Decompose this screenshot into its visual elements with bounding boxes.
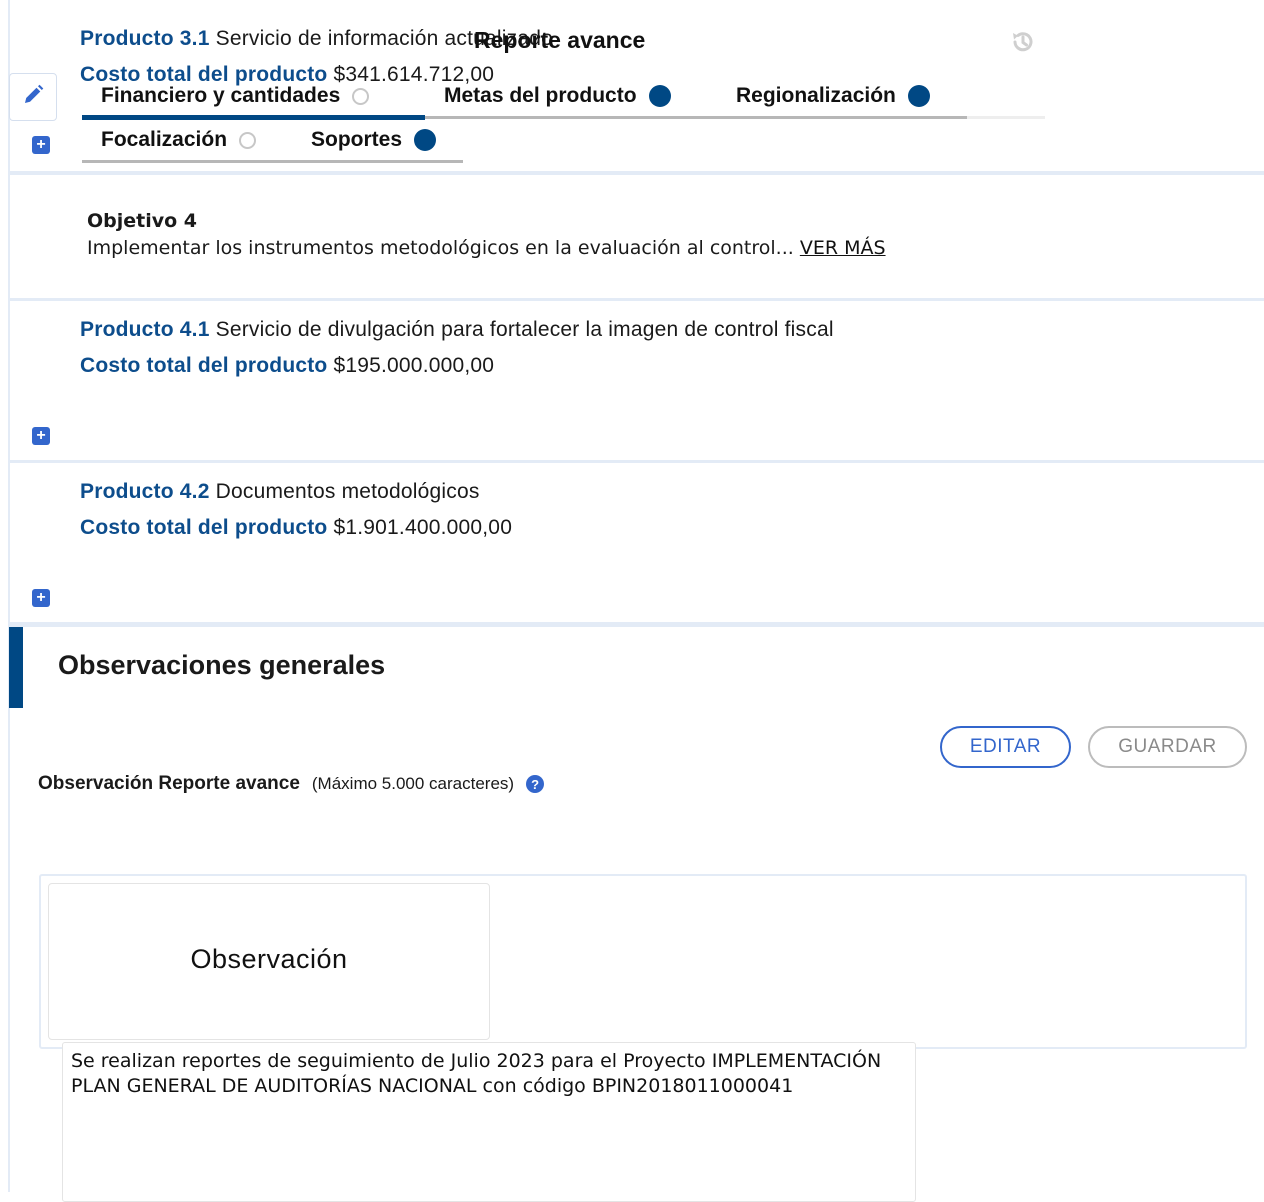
observation-card-title: Observación <box>190 944 348 974</box>
product-4-2-title: Producto 4.2 Documentos metodológicos <box>80 480 480 504</box>
cost-label: Costo total del producto <box>80 354 328 377</box>
status-empty-icon <box>352 87 370 105</box>
tab-label: Financiero y cantidades <box>101 84 341 107</box>
product-4-1-title: Producto 4.1 Servicio de divulgación par… <box>80 318 834 342</box>
tab-regionalizacion[interactable]: Regionalización <box>736 84 930 108</box>
modal-title: Reporte avance <box>474 27 646 53</box>
status-complete-icon <box>414 129 437 151</box>
product-code: Producto 3.1 <box>80 27 210 50</box>
section-accent-bar <box>9 627 23 708</box>
tab-focalizacion[interactable]: Focalización <box>101 128 257 152</box>
save-button[interactable]: GUARDAR <box>1088 726 1247 768</box>
product-4-1-cost: Costo total del producto $195.000.000,00 <box>80 354 494 378</box>
expand-product-3-1-button[interactable]: + <box>32 136 50 154</box>
product-code: Producto 4.2 <box>80 480 210 503</box>
tab-metas[interactable]: Metas del producto <box>444 84 671 108</box>
cost-label: Costo total del producto <box>80 516 328 539</box>
objective-label: Objetivo 4 <box>87 210 198 232</box>
tab-label: Focalización <box>101 128 228 151</box>
tab-financiero[interactable]: Financiero y cantidades <box>101 84 370 108</box>
status-complete-icon <box>648 85 671 107</box>
product-name: Documentos metodológicos <box>215 480 480 503</box>
tab-underline-faint <box>967 116 1045 119</box>
see-more-link[interactable]: VER MÁS <box>800 237 886 259</box>
edit-pencil-button[interactable] <box>9 73 57 121</box>
cost-value: $1.901.400.000,00 <box>333 516 513 539</box>
observation-card: Observación <box>48 883 490 1040</box>
field-hint: (Máximo 5.000 caracteres) <box>311 774 515 793</box>
tab-underline <box>425 116 967 119</box>
plus-icon: + <box>36 136 46 153</box>
product-code: Producto 4.1 <box>80 318 210 341</box>
cost-value: $195.000.000,00 <box>333 354 495 377</box>
help-icon[interactable]: ? <box>526 775 545 793</box>
cost-label: Costo total del producto <box>80 63 328 86</box>
cost-value: $341.614.712,00 <box>333 63 495 86</box>
objective-text-row: Implementar los instrumentos metodológic… <box>87 237 886 259</box>
field-label: Observación Reporte avance <box>38 773 300 794</box>
section-title: Observaciones generales <box>58 650 386 680</box>
section-divider <box>10 460 1264 463</box>
section-divider <box>10 298 1264 301</box>
edit-button[interactable]: EDITAR <box>940 726 1071 768</box>
section-divider <box>10 622 1264 627</box>
expand-product-4-1-button[interactable]: + <box>32 427 50 445</box>
tab-label: Soportes <box>311 128 403 151</box>
pencil-icon <box>21 83 45 112</box>
status-empty-icon <box>239 131 257 149</box>
section-divider <box>10 171 1264 175</box>
tab-soportes[interactable]: Soportes <box>311 128 437 152</box>
history-icon[interactable] <box>1009 28 1037 56</box>
objective-text: Implementar los instrumentos metodológic… <box>87 237 794 259</box>
plus-icon: + <box>36 427 46 444</box>
product-name: Servicio de divulgación para fortalecer … <box>215 318 834 341</box>
left-rule <box>8 0 10 1192</box>
active-tab-indicator <box>82 115 425 120</box>
tab-underline <box>82 160 463 163</box>
tab-label: Regionalización <box>736 84 896 107</box>
product-4-2-cost: Costo total del producto $1.901.400.000,… <box>80 516 512 540</box>
observation-textarea[interactable]: Se realizan reportes de seguimiento de J… <box>62 1042 916 1202</box>
status-complete-icon <box>907 85 930 107</box>
tab-label: Metas del producto <box>444 84 637 107</box>
observation-field-label: Observación Reporte avance (Máximo 5.000… <box>38 773 545 795</box>
plus-icon: + <box>36 589 46 606</box>
expand-product-4-2-button[interactable]: + <box>32 589 50 607</box>
